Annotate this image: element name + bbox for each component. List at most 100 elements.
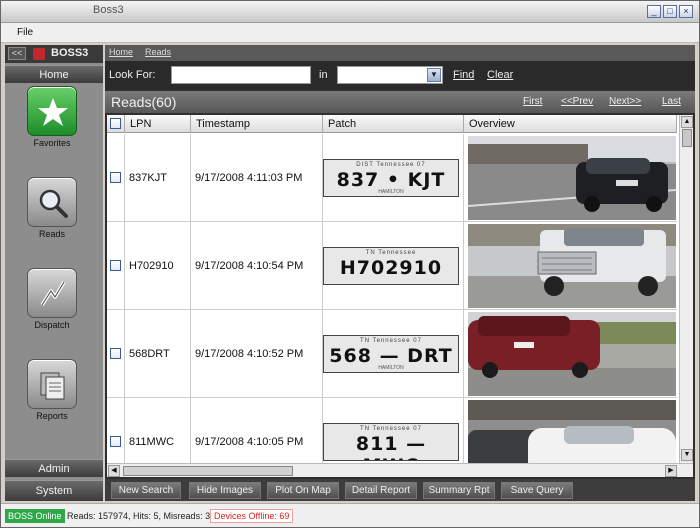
plate-patch-image: TN Tennessee H702910 <box>323 247 459 285</box>
sidebar-item-label: Favorites <box>33 138 71 148</box>
scroll-left-icon[interactable]: ◀ <box>108 465 120 477</box>
look-for-label: Look For: <box>109 69 156 81</box>
vertical-scroll-thumb[interactable] <box>682 129 692 147</box>
plate-number-text: 811 — MWC <box>355 433 427 460</box>
online-status-badge: BOSS Online <box>5 509 65 523</box>
column-header-timestamp[interactable]: Timestamp <box>191 115 323 133</box>
lightning-icon <box>40 281 66 306</box>
plate-header-text: TN Tennessee 07 <box>360 426 422 432</box>
breadcrumb-home[interactable]: Home <box>109 47 133 57</box>
sidebar-item-favorites[interactable]: Favorites <box>5 86 103 166</box>
read-counts-text: Reads: 157974, Hits: 5, Misreads: 37 <box>67 511 216 521</box>
menu-file[interactable]: File <box>17 27 33 38</box>
plate-header-text: DIST Tennessee 07 <box>356 162 426 168</box>
reads-button[interactable] <box>27 177 77 227</box>
main-panel: Home Reads Look For: in ▼ Find Clear Rea… <box>105 45 695 501</box>
look-for-input[interactable] <box>171 66 311 84</box>
horizontal-scrollbar[interactable]: ◀ ▶ <box>107 463 693 477</box>
last-page-link[interactable]: Last <box>662 96 681 107</box>
scroll-right-icon[interactable]: ▶ <box>665 465 677 477</box>
breadcrumb-reads[interactable]: Reads <box>145 47 171 57</box>
window-controls: _ □ × <box>647 5 693 18</box>
magnifier-icon <box>39 189 68 218</box>
minimize-button[interactable]: _ <box>647 5 661 18</box>
timestamp-value: 9/17/2008 4:10:52 PM <box>195 348 304 360</box>
chevron-down-icon[interactable]: ▼ <box>427 68 441 82</box>
status-bar: BOSS Online Reads: 157974, Hits: 5, Misr… <box>1 503 699 527</box>
table-row[interactable]: 837KJT 9/17/2008 4:11:03 PM DIST Tenness… <box>107 134 677 222</box>
save-query-button[interactable]: Save Query <box>501 482 573 499</box>
sidebar-item-reports[interactable]: Reports <box>5 359 103 439</box>
hide-images-button[interactable]: Hide Images <box>189 482 261 499</box>
breadcrumb: Home Reads <box>105 45 695 61</box>
vertical-scrollbar[interactable]: ▲ ▼ <box>679 115 693 463</box>
overview-photo[interactable] <box>468 312 676 396</box>
column-header-lpn[interactable]: LPN <box>125 115 191 133</box>
plate-number-text: H702910 <box>339 257 443 279</box>
plate-footer-text: HAMILTON <box>378 365 404 371</box>
overview-photo[interactable] <box>468 136 676 220</box>
clear-link[interactable]: Clear <box>487 69 513 81</box>
close-button[interactable]: × <box>679 5 693 18</box>
row-checkbox[interactable] <box>110 172 121 183</box>
find-link[interactable]: Find <box>453 69 474 81</box>
tab-home[interactable]: Home <box>5 65 103 83</box>
plate-footer-text: HAMILTON <box>378 189 404 195</box>
title-bar: Boss3 _ □ × <box>1 1 699 23</box>
row-checkbox[interactable] <box>110 348 121 359</box>
table-row[interactable]: 568DRT 9/17/2008 4:10:52 PM TN Tennessee… <box>107 310 677 398</box>
scroll-up-icon[interactable]: ▲ <box>681 116 693 128</box>
detail-report-button[interactable]: Detail Report <box>345 482 417 499</box>
favorites-button[interactable] <box>27 86 77 136</box>
lpn-value: 837KJT <box>129 172 167 184</box>
sidebar-item-label: Reads <box>38 229 65 239</box>
first-page-link[interactable]: First <box>523 96 542 107</box>
table-row[interactable]: H702910 9/17/2008 4:10:54 PM TN Tennesse… <box>107 222 677 310</box>
search-field-select[interactable]: ▼ <box>337 66 443 84</box>
sidebar: << BOSS3 Home Favorites Reads Dispatch R… <box>5 45 103 501</box>
app-window: Boss3 _ □ × File << BOSS3 Home Favorites… <box>0 0 700 528</box>
sidebar-app-name: BOSS3 <box>51 47 89 59</box>
column-header-patch[interactable]: Patch <box>323 115 464 133</box>
sidebar-header: << BOSS3 <box>5 45 103 63</box>
reads-table: LPN Timestamp Patch Overview 837KJT 9/17… <box>107 115 693 477</box>
star-icon <box>38 98 68 126</box>
plate-header-text: TN Tennessee <box>365 250 417 256</box>
search-bar: Look For: in ▼ Find Clear <box>105 61 695 89</box>
select-all-checkbox[interactable] <box>110 118 121 129</box>
reports-button[interactable] <box>27 359 77 409</box>
row-checkbox[interactable] <box>110 436 121 447</box>
lpn-value: 811MWC <box>129 436 175 448</box>
dispatch-button[interactable] <box>27 268 77 318</box>
menu-bar: File <box>1 23 699 43</box>
sidebar-collapse-button[interactable]: << <box>8 47 26 60</box>
reads-count-title: Reads(60) <box>111 94 177 110</box>
devices-offline-badge[interactable]: Devices Offline: 69 <box>210 509 294 523</box>
documents-icon <box>40 372 65 400</box>
reads-header: Reads(60) First <<Prev Next>> Last <box>105 91 695 113</box>
sidebar-item-dispatch[interactable]: Dispatch <box>5 268 103 348</box>
timestamp-value: 9/17/2008 4:10:05 PM <box>195 436 304 448</box>
column-header-overview[interactable]: Overview <box>464 115 677 133</box>
lpn-value: H702910 <box>129 260 174 272</box>
sidebar-item-reads[interactable]: Reads <box>5 177 103 257</box>
overview-photo[interactable] <box>468 224 676 308</box>
tab-admin[interactable]: Admin <box>5 459 103 477</box>
maximize-button[interactable]: □ <box>663 5 677 18</box>
tab-system[interactable]: System <box>5 480 103 501</box>
plot-on-map-button[interactable]: Plot On Map <box>267 482 339 499</box>
table-header: LPN Timestamp Patch Overview <box>107 115 677 133</box>
summary-rpt-button[interactable]: Summary Rpt <box>423 482 495 499</box>
sidebar-item-label: Dispatch <box>34 320 70 330</box>
horizontal-scroll-thumb[interactable] <box>123 466 293 476</box>
scroll-down-icon[interactable]: ▼ <box>681 449 693 461</box>
plate-patch-image: DIST Tennessee 07 837 • KJT HAMILTON <box>323 159 459 197</box>
plate-number-text: 568 — DRT <box>329 345 453 367</box>
prev-page-link[interactable]: <<Prev <box>561 96 593 107</box>
row-checkbox[interactable] <box>110 260 121 271</box>
plate-patch-image: TN Tennessee 07 568 — DRT HAMILTON <box>323 335 459 373</box>
new-search-button[interactable]: New Search <box>111 482 181 499</box>
plate-number-text: 837 • KJT <box>336 169 446 191</box>
next-page-link[interactable]: Next>> <box>609 96 641 107</box>
timestamp-value: 9/17/2008 4:11:03 PM <box>195 172 303 184</box>
